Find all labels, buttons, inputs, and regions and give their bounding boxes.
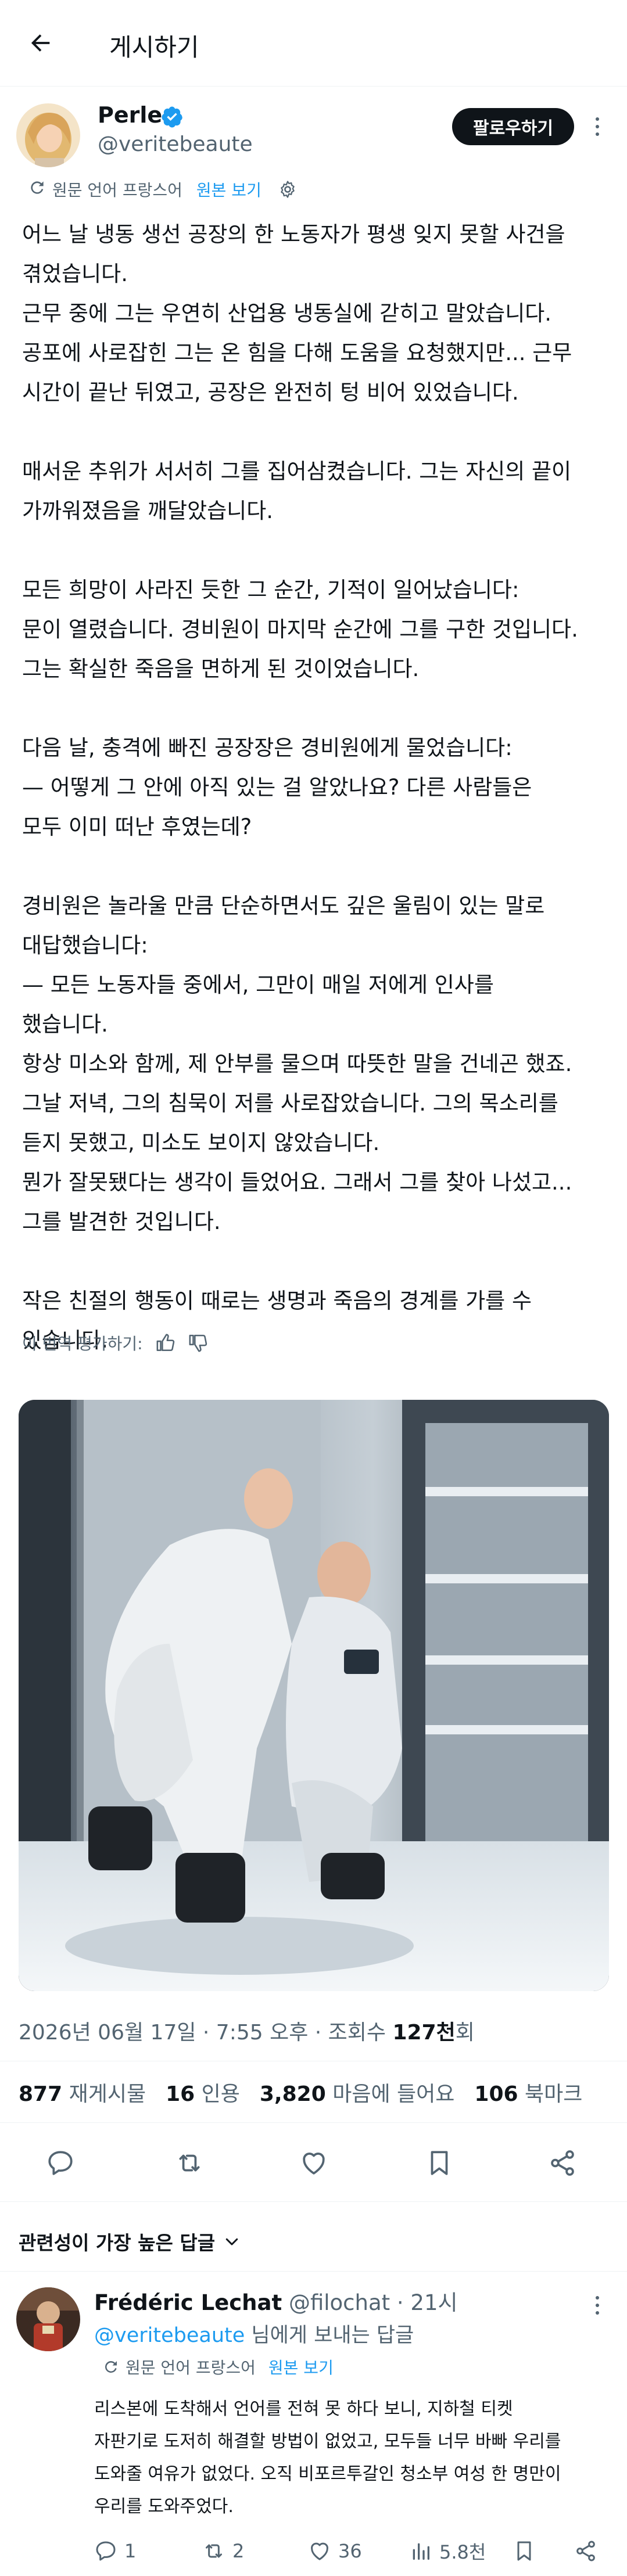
post-text-line: 문이 열렸습니다. 경비원이 마지막 순간에 그를 구한 것입니다. (22, 617, 578, 642)
rate-translation-label: 이 번역 평가하기: (22, 1334, 143, 1353)
post-image[interactable] (19, 1400, 609, 1991)
post-text-line: 모두 이미 떠난 후였는데? (22, 814, 252, 839)
stat-likes[interactable]: 3,820 마음에 들어요 (260, 2082, 455, 2106)
post-text-line: 경비원은 놀라울 만큼 단순하면서도 깊은 울림이 있는 말로 (22, 893, 545, 918)
like-heart-icon (308, 2539, 331, 2563)
bookmark-icon[interactable] (422, 2146, 457, 2180)
reply-repost-button[interactable]: 2 (202, 2534, 244, 2568)
repost-icon (202, 2539, 225, 2563)
rate-translation-row: 이 번역 평가하기: (22, 1330, 208, 1356)
reply-text-line: 리스본에 도착해서 언어를 전혀 못 하다 보니, 지하철 티켓 (94, 2399, 513, 2419)
reply-text-line: 자판기로 도저히 해결할 방법이 없었고, 모두들 너무 바빠 우리를 (94, 2431, 561, 2452)
reply-translated-from: 원문 언어 프랑스어 (126, 2358, 256, 2377)
top-bar: 게시하기 (0, 0, 627, 86)
translation-notice: 원문 언어 프랑스어 원본 보기 (28, 176, 298, 203)
reply-header: Frédéric Lechat @filochat · 21시 (94, 2285, 458, 2316)
post-text-line: 대답했습니다: (22, 933, 148, 958)
reply-count: 1 (124, 2540, 137, 2562)
post-text-line: 그날 저녁, 그의 침묵이 저를 사로잡았습니다. 그의 목소리를 (22, 1091, 558, 1116)
reply-text: 리스본에 도착해서 언어를 전혀 못 하다 보니, 지하철 티켓자판기로 도저히… (94, 2393, 605, 2523)
replying-to: @veritebeaute 님에게 보내는 답글 (94, 2319, 414, 2348)
post-text-line: 매서운 추위가 서서히 그를 집어삼켰습니다. 그는 자신의 끝이 (22, 459, 572, 484)
share-icon[interactable] (545, 2146, 580, 2180)
reply-author-name[interactable]: Frédéric Lechat (94, 2290, 282, 2315)
post-text-line: 모든 희망이 사라진 듯한 그 순간, 기적이 일어났습니다: (22, 577, 519, 602)
reply-like-button[interactable]: 36 (308, 2534, 362, 2568)
author-handle[interactable]: @veritebeaute (98, 132, 253, 156)
replying-to-handle[interactable]: @veritebeaute (94, 2324, 245, 2347)
author-avatar[interactable] (16, 103, 80, 167)
post-text-line: 가까워졌음을 깨달았습니다. (22, 498, 274, 523)
views-chart-icon (409, 2539, 432, 2563)
post-date: 2026년 06월 17일 · 7:55 오후 · 조회수 (19, 2021, 393, 2045)
post-text-line: 그를 발견한 것입니다. (22, 1209, 221, 1234)
reply-author-avatar[interactable] (16, 2287, 80, 2351)
reply-icon (94, 2539, 117, 2563)
post-text-line: 다음 날, 충격에 빠진 공장장은 경비원에게 물었습니다: (22, 735, 513, 760)
repost-icon[interactable] (172, 2146, 207, 2180)
translate-icon (28, 178, 46, 201)
reply-bookmark-icon[interactable] (513, 2534, 536, 2568)
post-action-bar (0, 2134, 627, 2192)
stat-quotes[interactable]: 16 인용 (166, 2082, 240, 2106)
stat-reposts[interactable]: 877 재게시물 (19, 2082, 146, 2106)
post-text-line: — 어떻게 그 안에 아직 있는 걸 알았나요? 다른 사람들은 (22, 775, 532, 800)
post-text-line: 항상 미소와 함께, 제 안부를 물으며 따뜻한 말을 건네곤 했죠. (22, 1051, 572, 1076)
back-arrow-icon[interactable] (22, 24, 59, 62)
more-options-icon[interactable] (586, 113, 609, 141)
post-paragraph: 다음 날, 충격에 빠진 공장장은 경비원에게 물었습니다: — 어떻게 그 안에… (22, 728, 609, 847)
chevron-down-icon (223, 2233, 241, 2250)
reply-views-button[interactable]: 5.8천 (409, 2534, 486, 2568)
post-text-line: 듣지 못했고, 미소도 보이지 않았습니다. (22, 1130, 380, 1155)
like-count: 36 (338, 2540, 362, 2562)
view-count: 127천 (392, 2021, 456, 2045)
reply-translation-notice: 원문 언어 프랑스어 원본 보기 (102, 2355, 334, 2379)
reply-time: · 21시 (396, 2290, 458, 2315)
translated-from-label: 원문 언어 프랑스어 (52, 181, 182, 200)
reply-more-options-icon[interactable] (586, 2291, 609, 2319)
author-name[interactable]: Perle (98, 102, 162, 128)
post-text-line: 공포에 사로잡힌 그는 온 힘을 다해 도움을 요청했지만... 근무 (22, 340, 572, 365)
reply-reply-button[interactable]: 1 (94, 2534, 136, 2568)
page-title: 게시하기 (109, 33, 199, 62)
translate-icon (102, 2358, 120, 2376)
post-paragraph: 모든 희망이 사라진 듯한 그 순간, 기적이 일어났습니다: 문이 열렸습니다.… (22, 570, 609, 689)
post-text-line: 겪었습니다. (22, 261, 128, 286)
post-text-line: 작은 친절의 행동이 때로는 생명과 죽음의 경계를 가를 수 (22, 1288, 532, 1313)
post-paragraph: 어느 날 냉동 생선 공장의 한 노동자가 평생 잊지 못할 사건을겪었습니다.… (22, 215, 609, 412)
post-text-line: 했습니다. (22, 1012, 108, 1037)
replying-to-suffix: 님에게 보내는 답글 (245, 2324, 414, 2347)
post-text-line: 어느 날 냉동 생선 공장의 한 노동자가 평생 잊지 못할 사건을 (22, 222, 565, 247)
post-text: 어느 날 냉동 생선 공장의 한 노동자가 평생 잊지 못할 사건을겪었습니다.… (22, 215, 609, 1400)
post-text-line: 근무 중에 그는 우연히 산업용 냉동실에 갇히고 말았습니다. (22, 301, 552, 326)
reply-show-original-link[interactable]: 원본 보기 (268, 2355, 334, 2379)
reply-icon[interactable] (43, 2146, 78, 2180)
show-original-link[interactable]: 원본 보기 (196, 178, 261, 201)
gear-icon[interactable] (278, 179, 298, 199)
post-text-line: — 모든 노동자들 중에서, 그만이 매일 저에게 인사를 (22, 972, 494, 997)
replies-sort-dropdown[interactable]: 관련성이 가장 높은 답글 (19, 2227, 241, 2255)
post-text-line: 뭔가 잘못됐다는 생각이 들었어요. 그래서 그를 찾아 나섰고... (22, 1170, 572, 1195)
repost-count: 2 (232, 2540, 245, 2562)
engagement-stats: 877 재게시물 16 인용 3,820 마음에 들어요 106 북마크 (19, 2077, 602, 2107)
post-text-line: 그는 확실한 죽음을 면하게 된 것이었습니다. (22, 656, 420, 681)
follow-button[interactable]: 팔로우하기 (452, 108, 574, 145)
thumbs-up-icon[interactable] (156, 1333, 175, 1353)
reply-action-bar: 1 2 36 5.8천 (87, 2534, 610, 2568)
verified-badge-icon (160, 105, 184, 128)
reply-text-line: 우리를 도와주었다. (94, 2496, 234, 2517)
stat-bookmarks[interactable]: 106 북마크 (474, 2082, 582, 2106)
post-meta: 2026년 06월 17일 · 7:55 오후 · 조회수 127천회 (19, 2015, 475, 2046)
replies-sort-label: 관련성이 가장 높은 답글 (19, 2232, 216, 2254)
view-count: 5.8천 (439, 2541, 486, 2563)
reply-text-line: 도와줄 여유가 없었다. 오직 비포르투갈인 청소부 여성 한 명만이 (94, 2464, 561, 2484)
reply-share-icon[interactable] (574, 2534, 597, 2568)
post-paragraph: 매서운 추위가 서서히 그를 집어삼켰습니다. 그는 자신의 끝이가까워졌음을 … (22, 452, 609, 531)
like-heart-icon[interactable] (296, 2146, 331, 2180)
post-text-line: 시간이 끝난 뒤였고, 공장은 완전히 텅 비어 있었습니다. (22, 380, 519, 405)
thumbs-down-icon[interactable] (188, 1333, 208, 1353)
view-count-suffix: 회 (455, 2021, 475, 2045)
reply-author-handle[interactable]: @filochat (289, 2290, 390, 2315)
post-paragraph: 경비원은 놀라울 만큼 단순하면서도 깊은 울림이 있는 말로대답했습니다: — … (22, 886, 609, 1242)
